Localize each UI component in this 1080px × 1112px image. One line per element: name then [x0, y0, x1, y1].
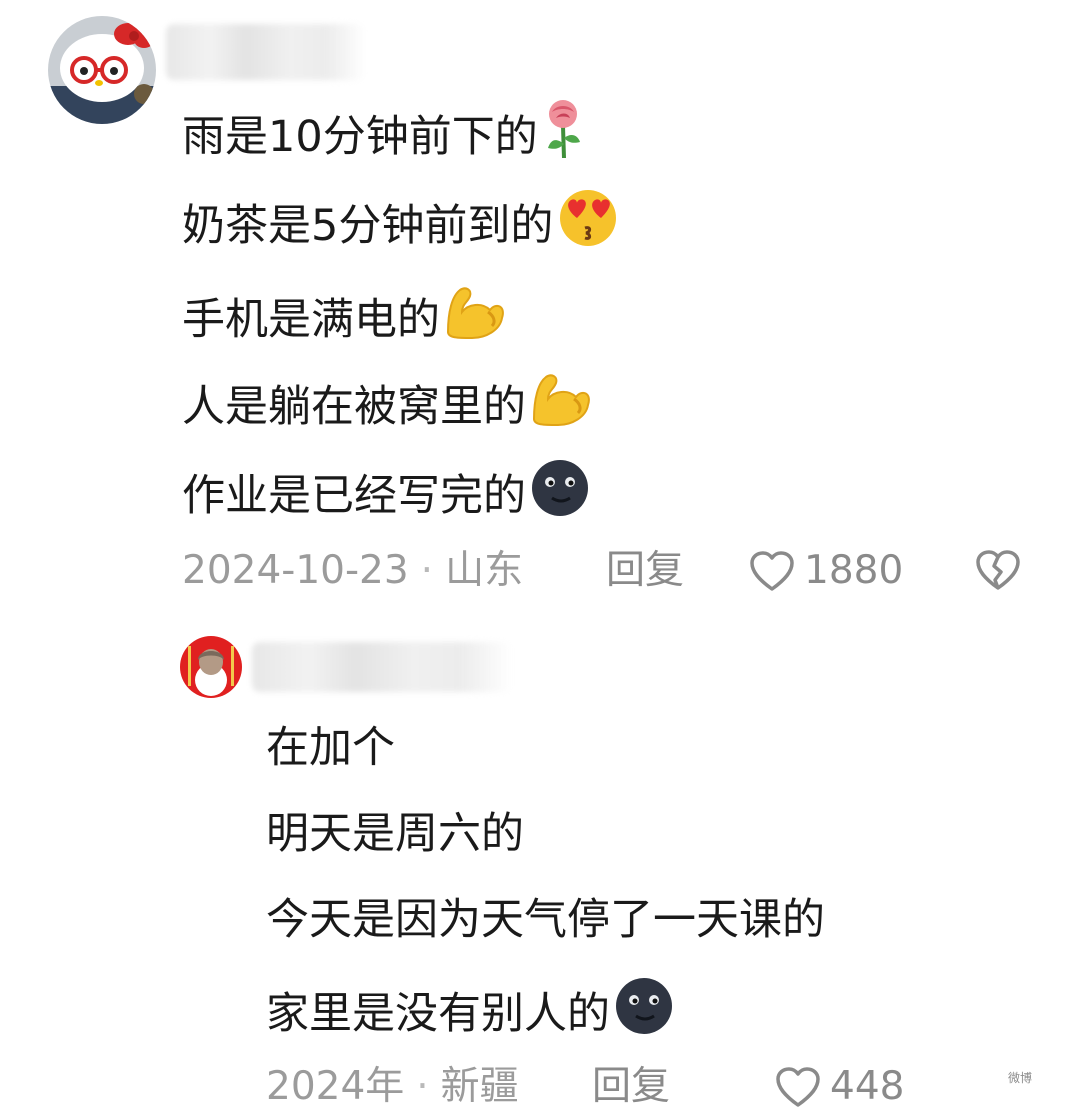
comment-text-line: 家里是没有别人的 [266, 976, 676, 1052]
new-moon-face-icon [528, 458, 592, 534]
avatar[interactable] [48, 16, 156, 124]
comment-text-line: 明天是周六的 [266, 804, 524, 864]
heart-icon [776, 1067, 820, 1107]
weibo-watermark: 微博 [960, 1053, 1080, 1101]
comment-text-line: 雨是10分钟前下的 [182, 98, 586, 176]
comment-line-text: 雨是10分钟前下的 [182, 112, 538, 162]
hello-kitty-avatar-icon [48, 16, 156, 124]
reply-button[interactable]: 回复 [592, 1062, 670, 1112]
comment-meta: 2024年 · 新疆 [266, 1062, 519, 1112]
comment-text-line: 今天是因为天气停了一天课的 [266, 890, 825, 950]
like-button[interactable]: 1880 [748, 546, 903, 596]
like-count: 1880 [804, 548, 904, 593]
comment-line-text: 奶茶是5分钟前到的 [182, 201, 554, 251]
comment-location: 山东 [445, 548, 524, 593]
watermark-text: 微博 [1007, 1070, 1032, 1085]
broken-heart-icon [976, 550, 1020, 590]
reply-button[interactable]: 回复 [606, 546, 684, 596]
comment-text-line: 人是躺在被窝里的 [182, 369, 594, 445]
comment-date: 2024-10-23 [182, 548, 409, 593]
comment-line-text: 人是躺在被窝里的 [182, 382, 526, 432]
like-button[interactable]: 448 [774, 1062, 904, 1112]
flexed-biceps-icon [528, 369, 594, 445]
comment-text-line: 奶茶是5分钟前到的 [182, 188, 621, 264]
comment-line-text: 家里是没有别人的 [266, 989, 610, 1039]
comment-line-text: 手机是满电的 [182, 295, 440, 345]
avatar[interactable] [180, 636, 242, 698]
meta-separator: · [416, 1064, 429, 1109]
kissing-heart-eyes-icon [555, 188, 621, 264]
new-moon-face-icon [612, 976, 676, 1052]
username-blurred[interactable] [166, 24, 366, 80]
comment-location: 新疆 [440, 1064, 519, 1109]
comment-text-line: 手机是满电的 [182, 282, 508, 358]
dislike-button[interactable] [974, 548, 1022, 596]
comment-line-text: 今天是因为天气停了一天课的 [266, 895, 825, 945]
comment-line-text: 明天是周六的 [266, 809, 524, 859]
comment-text-line: 在加个 [266, 718, 395, 778]
heart-icon [750, 551, 794, 591]
rose-icon [540, 98, 586, 176]
comment-line-text: 作业是已经写完的 [182, 471, 526, 521]
comment-meta: 2024-10-23 · 山东 [182, 546, 523, 596]
character-avatar-icon [180, 636, 242, 698]
comment-line-text: 在加个 [266, 723, 395, 773]
username-blurred[interactable] [252, 642, 512, 692]
like-count: 448 [830, 1064, 905, 1109]
comment-text-line: 作业是已经写完的 [182, 458, 592, 534]
comment-date: 2024年 [266, 1064, 405, 1109]
flexed-biceps-icon [442, 282, 508, 358]
meta-separator: · [420, 548, 434, 593]
